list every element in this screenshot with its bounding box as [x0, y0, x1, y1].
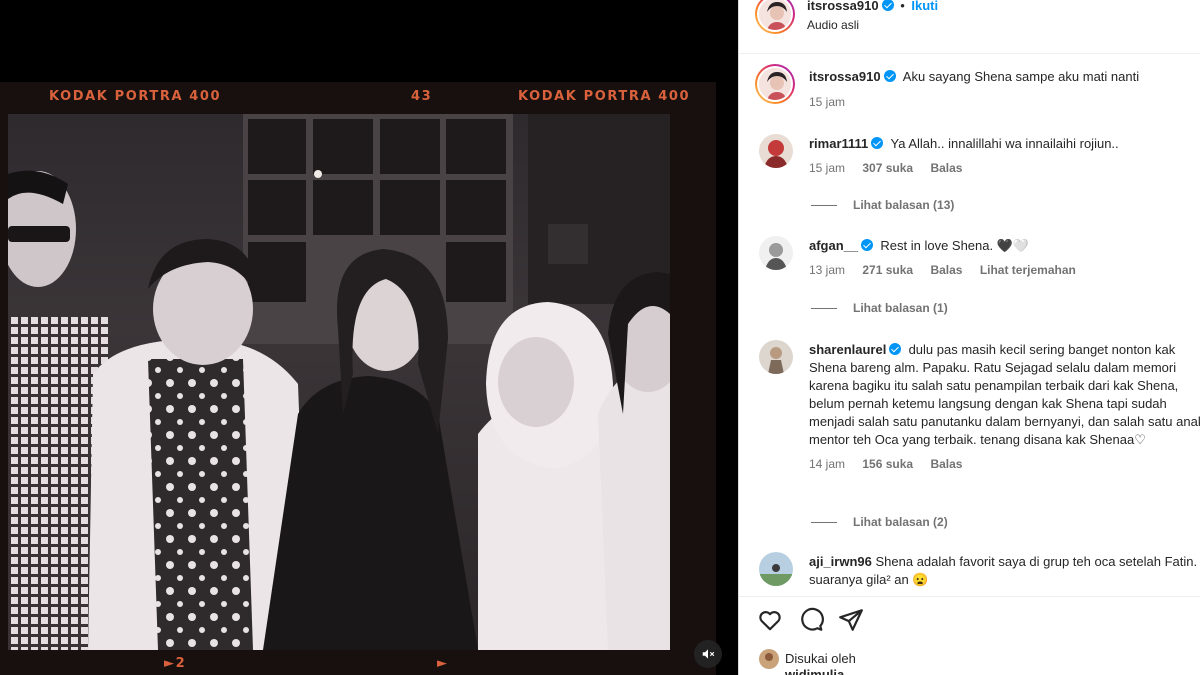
verified-icon [871, 137, 884, 149]
view-replies-label: Lihat balasan (1) [853, 301, 948, 315]
liked-by-avatar[interactable] [759, 649, 779, 669]
separator-dot: • [900, 0, 905, 13]
commenter-username[interactable]: afgan__ [809, 238, 858, 253]
action-bar: Disukai oleh widimulia [739, 596, 1200, 675]
commenter-username[interactable]: sharenlaurel [809, 342, 886, 357]
commenter-avatar[interactable] [759, 236, 793, 270]
comment-likes[interactable]: 307 suka [862, 161, 913, 175]
commenter-avatar[interactable] [759, 340, 793, 374]
comment-time[interactable]: 15 jam [809, 161, 845, 175]
commenter-avatar[interactable] [759, 134, 793, 168]
verified-icon [889, 343, 902, 355]
view-replies-label: Lihat balasan (2) [853, 515, 948, 529]
view-replies-button[interactable]: Lihat balasan (1) [811, 301, 948, 315]
post-sidebar: itsrossa910 • Ikuti Audio asli itsrossa9… [738, 0, 1200, 675]
post-media[interactable]: KODAK PORTRA 400 43 KODAK PORTRA 400 ►2 … [0, 0, 738, 675]
caption-text: Aku sayang Shena sampe aku mati nanti [902, 69, 1140, 84]
reply-button[interactable]: Balas [930, 161, 962, 175]
view-replies-label: Lihat balasan (13) [853, 198, 955, 212]
comment-time[interactable]: 13 jam [809, 263, 845, 277]
film-frame-number: 43 [411, 89, 433, 104]
comment-likes[interactable]: 271 suka [862, 263, 913, 277]
translate-button[interactable]: Lihat terjemahan [980, 263, 1076, 277]
verified-icon [861, 239, 874, 251]
audio-label[interactable]: Audio asli [807, 18, 859, 32]
heart-icon[interactable] [757, 607, 783, 633]
comment-text: dulu pas masih kecil sering banget nonto… [809, 342, 1200, 447]
send-icon[interactable] [838, 607, 864, 633]
reply-button[interactable]: Balas [930, 457, 962, 471]
view-replies-button[interactable]: Lihat balasan (13) [811, 198, 954, 212]
verified-icon [883, 70, 896, 82]
commenter-username[interactable]: rimar1111 [809, 136, 868, 151]
caption-username[interactable]: itsrossa910 [809, 69, 881, 84]
mute-button[interactable] [694, 640, 722, 668]
caption-avatar[interactable] [755, 64, 795, 104]
frame-marker-left: ►2 [164, 656, 187, 671]
author-username[interactable]: itsrossa910 [807, 0, 879, 13]
caption-time[interactable]: 15 jam [809, 95, 845, 109]
reply-button[interactable]: Balas [930, 263, 962, 277]
film-brand-left: KODAK PORTRA 400 [49, 89, 222, 104]
verified-icon [881, 0, 894, 11]
liked-by-label: Disukai oleh [785, 651, 856, 666]
comment-likes[interactable]: 156 suka [862, 457, 913, 471]
comment-text: Rest in love Shena. 🖤🤍 [880, 238, 1030, 253]
comment-icon[interactable] [798, 607, 824, 633]
view-replies-button[interactable]: Lihat balasan (2) [811, 515, 948, 529]
comment-time[interactable]: 14 jam [809, 457, 845, 471]
commenter-username[interactable]: aji_irwn96 [809, 554, 872, 569]
post-header: itsrossa910 • Ikuti Audio asli [739, 0, 1200, 54]
film-brand-right: KODAK PORTRA 400 [518, 89, 691, 104]
commenter-avatar[interactable] [759, 552, 793, 586]
author-avatar[interactable] [755, 0, 795, 34]
liked-by-user[interactable]: widimulia [785, 667, 844, 675]
frame-marker-right: ► [437, 656, 449, 671]
follow-button[interactable]: Ikuti [911, 0, 938, 13]
comment-text: Ya Allah.. innalillahi wa innailaihi roj… [890, 136, 1119, 151]
speaker-muted-icon [702, 649, 715, 659]
group-photo [8, 114, 670, 650]
